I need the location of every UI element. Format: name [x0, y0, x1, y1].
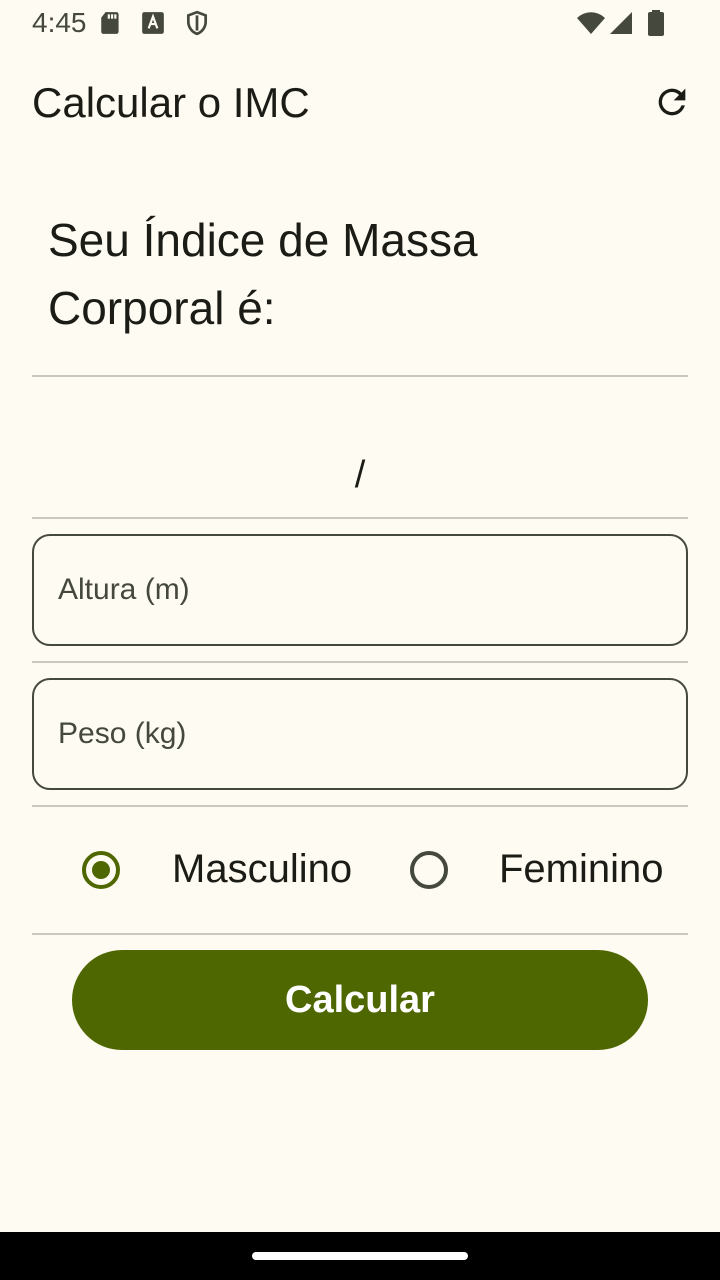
navigation-bar [0, 1232, 720, 1280]
divider [32, 661, 688, 663]
app-bar: Calcular o IMC [0, 56, 720, 152]
radio-label-feminino[interactable]: Feminino [499, 845, 664, 893]
radio-masculino[interactable] [82, 851, 120, 889]
weight-field[interactable]: Peso (kg) [32, 678, 688, 790]
refresh-icon [652, 82, 692, 127]
weight-placeholder: Peso (kg) [58, 717, 187, 750]
divider [32, 375, 688, 377]
divider [32, 805, 688, 807]
a-font-icon [140, 10, 166, 36]
bmi-result-value: / [354, 454, 366, 496]
home-gesture-handle[interactable] [252, 1252, 468, 1260]
shield-icon [184, 10, 210, 36]
status-time: 4:45 [32, 7, 87, 38]
radio-feminino[interactable] [410, 851, 448, 889]
result-title: Seu Índice de Massa Corporal é: [48, 214, 478, 334]
status-bar: 4:45 [0, 0, 720, 48]
calculate-button[interactable]: Calcular [72, 950, 648, 1050]
height-field[interactable]: Altura (m) [32, 534, 688, 646]
refresh-button[interactable] [648, 80, 696, 128]
divider [32, 517, 688, 519]
height-placeholder: Altura (m) [58, 573, 190, 606]
radio-label-masculino[interactable]: Masculino [172, 845, 352, 893]
app-title: Calcular o IMC [32, 79, 310, 126]
sd-card-icon [98, 10, 124, 36]
wifi-icon [576, 10, 606, 36]
signal-icon [608, 10, 634, 36]
divider [32, 933, 688, 935]
battery-icon [646, 10, 666, 36]
